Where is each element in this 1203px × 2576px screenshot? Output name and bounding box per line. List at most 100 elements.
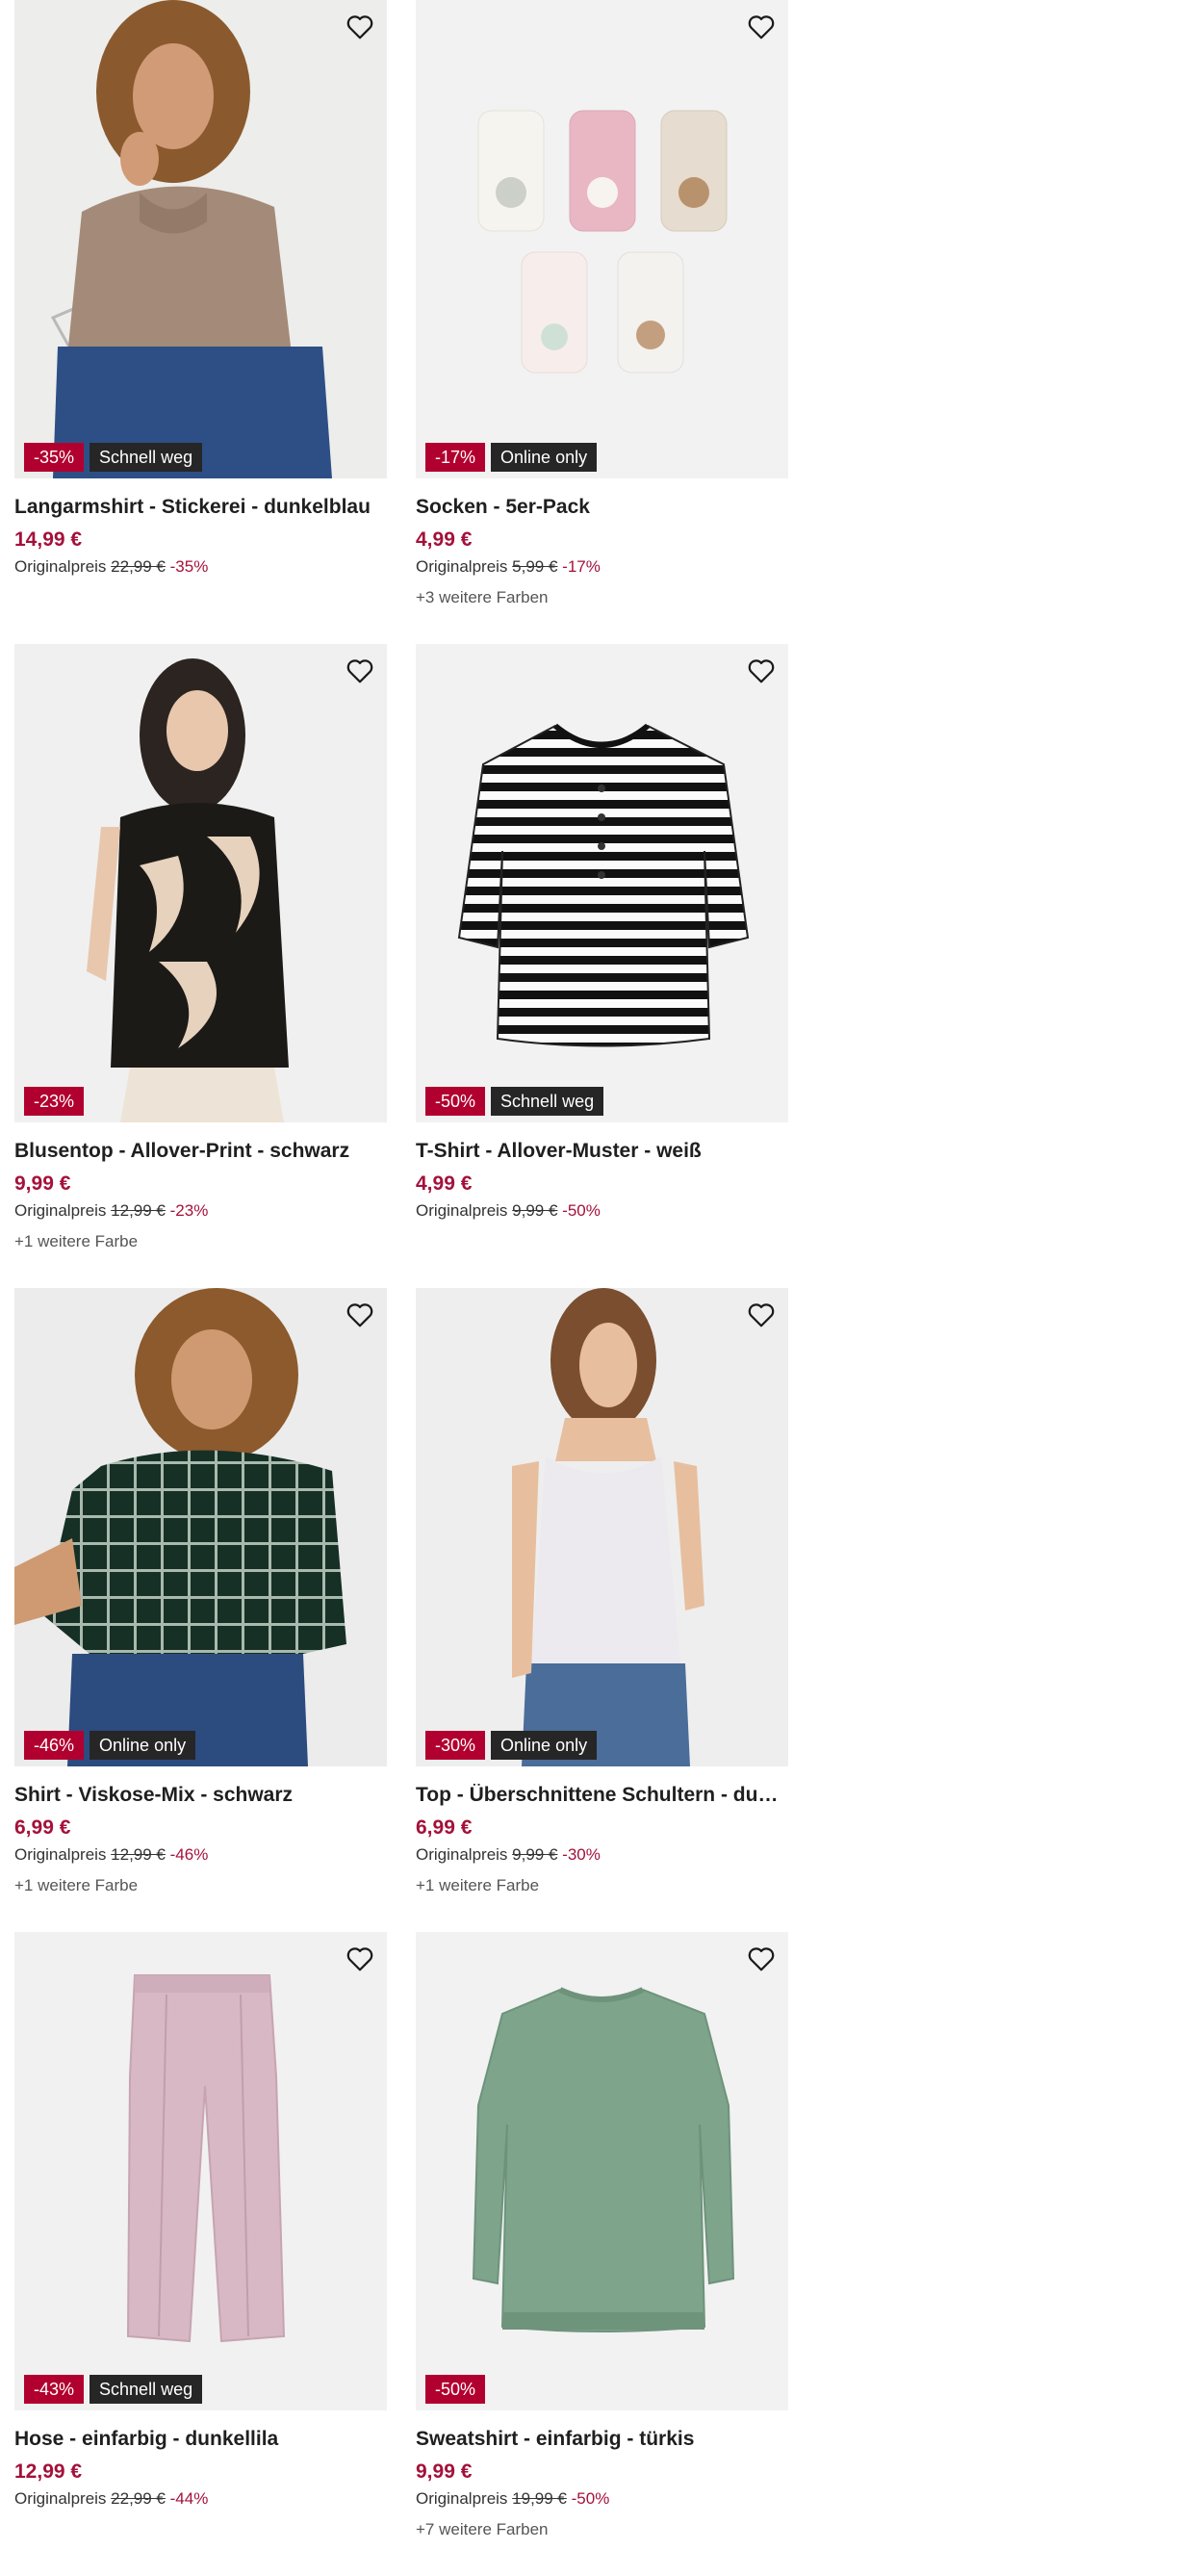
product-title[interactable]: Langarmshirt - Stickerei - dunkelblau (14, 496, 387, 519)
product-image[interactable]: -35% Schnell weg (14, 0, 387, 478)
original-price-line: Originalpreis 19,99 € -50% (416, 2489, 788, 2509)
discount-badge: -17% (425, 443, 486, 472)
product-price: 9,99 € (416, 2460, 473, 2483)
product-image[interactable]: -23% (14, 644, 387, 1122)
tag-badge: Online only (491, 443, 598, 472)
original-price-line: Originalpreis 22,99 € -35% (14, 557, 387, 577)
product-card[interactable]: -30% Online only Top - Überschnittene Sc… (416, 1288, 788, 1932)
original-price-line: Originalpreis 12,99 € -23% (14, 1201, 387, 1221)
original-price: 5,99 € (512, 557, 558, 576)
badge-row: -23% (24, 1087, 85, 1116)
heart-outline-icon (346, 1303, 373, 1327)
wishlist-button[interactable] (343, 10, 377, 44)
heart-outline-icon (748, 659, 775, 683)
product-image[interactable]: -30% Online only (416, 1288, 788, 1766)
tag-badge: Schnell weg (90, 2375, 203, 2404)
discount-percent: -30% (562, 1845, 601, 1864)
original-price: 22,99 € (111, 2489, 166, 2508)
product-card[interactable]: -43% Schnell weg Hose - einfarbig - dunk… (14, 1932, 387, 2576)
heart-outline-icon (748, 1303, 775, 1327)
original-price: 19,99 € (512, 2489, 567, 2508)
product-price: 6,99 € (416, 1816, 473, 1839)
discount-percent: -23% (169, 1201, 209, 1220)
product-price: 9,99 € (14, 1172, 71, 1195)
product-image[interactable]: -50% Schnell weg (416, 644, 788, 1122)
heart-outline-icon (346, 659, 373, 683)
original-price-label: Originalpreis (416, 2489, 508, 2508)
tag-badge: Online only (491, 1731, 598, 1760)
original-price: 12,99 € (111, 1201, 166, 1220)
product-price: 6,99 € (14, 1816, 71, 1839)
wishlist-button[interactable] (744, 10, 779, 44)
more-colors-link[interactable]: +1 weitere Farbe (14, 1232, 387, 1251)
wishlist-button[interactable] (343, 1942, 377, 1976)
badge-row: -46% Online only (24, 1731, 196, 1760)
more-colors-link[interactable]: +3 weitere Farben (416, 588, 788, 607)
discount-percent: -17% (562, 557, 601, 576)
discount-badge: -30% (425, 1731, 486, 1760)
wishlist-button[interactable] (744, 1942, 779, 1976)
badge-row: -50% (425, 2375, 486, 2404)
discount-badge: -23% (24, 1087, 85, 1116)
original-price-line: Originalpreis 12,99 € -46% (14, 1845, 387, 1865)
product-card[interactable]: -50% Sweatshirt - einfarbig - türkis 9,9… (416, 1932, 788, 2576)
product-title[interactable]: Top - Überschnittene Schultern - dunkell… (416, 1784, 788, 1807)
product-image[interactable]: -46% Online only (14, 1288, 387, 1766)
product-image[interactable]: -17% Online only (416, 0, 788, 478)
badge-row: -50% Schnell weg (425, 1087, 604, 1116)
product-image[interactable]: -50% (416, 1932, 788, 2410)
wishlist-button[interactable] (744, 1298, 779, 1332)
discount-percent: -50% (562, 1201, 601, 1220)
product-title[interactable]: Hose - einfarbig - dunkellila (14, 2428, 387, 2451)
heart-outline-icon (748, 1947, 775, 1971)
discount-percent: -44% (169, 2489, 209, 2508)
discount-badge: -35% (24, 443, 85, 472)
discount-percent: -35% (169, 557, 209, 576)
tag-badge: Schnell weg (491, 1087, 604, 1116)
original-price: 22,99 € (111, 557, 166, 576)
original-price-label: Originalpreis (14, 1845, 107, 1864)
tag-badge: Online only (90, 1731, 196, 1760)
discount-percent: -46% (169, 1845, 209, 1864)
original-price: 12,99 € (111, 1845, 166, 1864)
original-price-label: Originalpreis (416, 557, 508, 576)
product-image[interactable]: -43% Schnell weg (14, 1932, 387, 2410)
original-price: 9,99 € (512, 1201, 558, 1220)
more-colors-link[interactable]: +1 weitere Farbe (14, 1876, 387, 1895)
original-price-label: Originalpreis (416, 1845, 508, 1864)
discount-badge: -50% (425, 1087, 486, 1116)
product-card[interactable]: -23% Blusentop - Allover-Print - schwarz… (14, 644, 387, 1288)
original-price-label: Originalpreis (416, 1201, 508, 1220)
badge-row: -17% Online only (425, 443, 598, 472)
more-colors-link[interactable]: +7 weitere Farben (416, 2520, 788, 2539)
product-card[interactable]: -46% Online only Shirt - Viskose-Mix - s… (14, 1288, 387, 1932)
discount-badge: -46% (24, 1731, 85, 1760)
wishlist-button[interactable] (343, 1298, 377, 1332)
original-price-label: Originalpreis (14, 1201, 107, 1220)
product-title[interactable]: Socken - 5er-Pack (416, 496, 788, 519)
product-title[interactable]: T-Shirt - Allover-Muster - weiß (416, 1140, 788, 1163)
wishlist-button[interactable] (744, 654, 779, 688)
original-price-line: Originalpreis 9,99 € -50% (416, 1201, 788, 1221)
more-colors-link[interactable]: +1 weitere Farbe (416, 1876, 788, 1895)
heart-outline-icon (748, 15, 775, 39)
product-card[interactable]: -35% Schnell weg Langarmshirt - Stickere… (14, 0, 387, 644)
product-price: 14,99 € (14, 528, 83, 551)
heart-outline-icon (346, 1947, 373, 1971)
product-card[interactable]: -17% Online only Socken - 5er-Pack 4,99 … (416, 0, 788, 644)
tag-badge: Schnell weg (90, 443, 203, 472)
discount-badge: -50% (425, 2375, 486, 2404)
wishlist-button[interactable] (343, 654, 377, 688)
badge-row: -43% Schnell weg (24, 2375, 203, 2404)
product-title[interactable]: Shirt - Viskose-Mix - schwarz (14, 1784, 387, 1807)
original-price: 9,99 € (512, 1845, 558, 1864)
discount-percent: -50% (571, 2489, 610, 2508)
product-card[interactable]: -50% Schnell weg T-Shirt - Allover-Muste… (416, 644, 788, 1288)
product-grid: -35% Schnell weg Langarmshirt - Stickere… (14, 0, 788, 2576)
product-title[interactable]: Blusentop - Allover-Print - schwarz (14, 1140, 387, 1163)
product-price: 4,99 € (416, 1172, 473, 1195)
product-price: 4,99 € (416, 528, 473, 551)
original-price-label: Originalpreis (14, 2489, 107, 2508)
original-price-line: Originalpreis 5,99 € -17% (416, 557, 788, 577)
product-title[interactable]: Sweatshirt - einfarbig - türkis (416, 2428, 788, 2451)
